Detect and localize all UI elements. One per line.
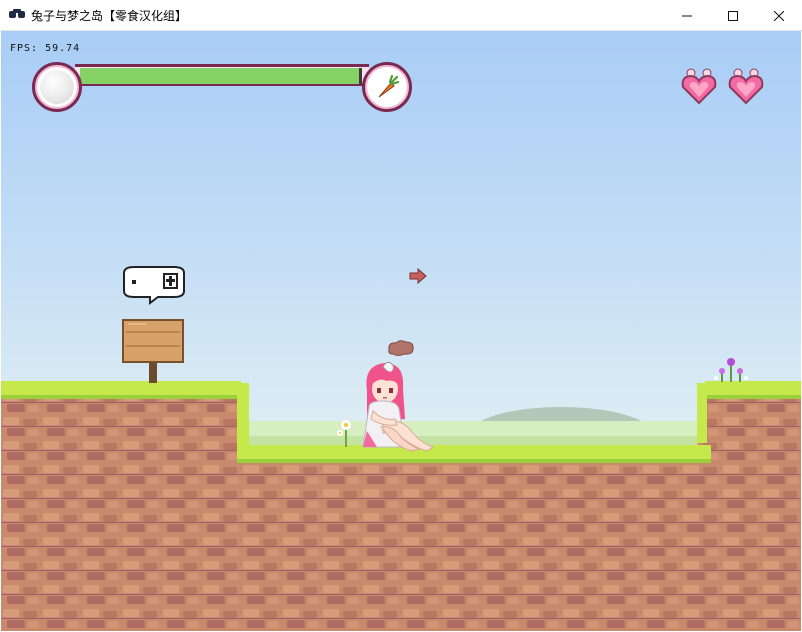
terrain bbox=[1, 381, 801, 631]
fps-counter: FPS: 59.74 bbox=[10, 43, 81, 54]
gamepad-icon bbox=[9, 9, 25, 21]
close-icon[interactable] bbox=[756, 0, 802, 31]
player-orb-icon bbox=[32, 62, 82, 112]
health-bar-fill bbox=[80, 68, 359, 84]
arrow-right-icon bbox=[409, 268, 427, 284]
heart-icon bbox=[681, 68, 717, 105]
maximize-icon[interactable] bbox=[710, 0, 756, 31]
game-viewport[interactable]: FPS: 59.74 bbox=[1, 31, 801, 631]
window-controls bbox=[664, 0, 802, 31]
window-title: 兔子与梦之岛【零食汉化组】 bbox=[31, 8, 188, 23]
purple-flower-icon bbox=[714, 358, 748, 382]
wooden-sign-icon[interactable] bbox=[122, 319, 184, 383]
heart-icon bbox=[728, 68, 764, 105]
brown-cloud-icon bbox=[388, 340, 414, 356]
window-titlebar[interactable]: 兔子与梦之岛【零食汉化组】 bbox=[0, 0, 802, 31]
health-bar bbox=[80, 68, 362, 84]
speech-bubble-icon[interactable] bbox=[120, 265, 188, 305]
minimize-icon[interactable] bbox=[664, 0, 710, 31]
bunny-girl-character[interactable] bbox=[353, 361, 437, 453]
carrot-icon bbox=[362, 62, 412, 112]
